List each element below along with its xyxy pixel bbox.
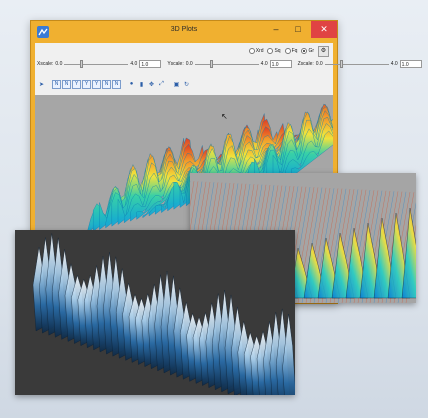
pointer-icon[interactable]: ➤ <box>37 80 46 89</box>
xscale-max: 4.0 <box>130 61 138 67</box>
yscale-slider[interactable] <box>194 60 259 68</box>
zscale-label: Zscale: <box>297 61 314 67</box>
maximize-button[interactable]: □ <box>287 21 309 38</box>
radio-xrd[interactable]: Xrd <box>248 48 264 54</box>
radio-label: Gr <box>308 48 314 54</box>
title-bar[interactable]: 3D Plots – □ ✕ <box>31 21 337 43</box>
slider-track <box>64 63 129 65</box>
blue-waterfall <box>32 233 295 395</box>
close-button[interactable]: ✕ <box>311 21 337 38</box>
zscale-min: 0.0 <box>315 61 323 67</box>
blue-ribbons <box>32 233 295 395</box>
mouse-cursor-icon: ↖ <box>221 112 228 121</box>
radio-dot <box>301 48 308 54</box>
radio-dot <box>284 48 291 54</box>
radio-label: Xrd <box>255 48 264 54</box>
view-back-icon[interactable]: N <box>62 79 71 89</box>
radio-sq[interactable]: Sq <box>267 48 281 54</box>
slider-thumb[interactable] <box>79 60 83 68</box>
zscale-slider[interactable] <box>324 60 389 68</box>
radio-gr[interactable]: Gr <box>301 48 314 54</box>
yscale-min: 0.0 <box>185 61 193 67</box>
xscale-input[interactable]: 1.0 <box>139 60 162 68</box>
radio-fq[interactable]: Fq <box>284 48 298 54</box>
xscale-label: Xscale: <box>37 61 54 67</box>
save-icon[interactable]: ▣ <box>172 80 181 89</box>
view-left-icon[interactable]: Y <box>72 79 81 89</box>
peak <box>401 207 416 299</box>
view-iso-icon[interactable]: N <box>112 79 121 89</box>
radio-dot <box>267 48 274 54</box>
slider-track <box>324 63 389 65</box>
radio-label: Fq <box>291 48 298 54</box>
yscale-max: 4.0 <box>260 61 268 67</box>
gear-icon[interactable]: ⚙ <box>318 45 329 57</box>
yscale-control: Yscale: 0.0 4.0 1.0 <box>167 60 292 68</box>
view-front-icon[interactable]: N <box>52 79 61 89</box>
view-right-icon[interactable]: Y <box>82 79 91 89</box>
minimize-button[interactable]: – <box>265 21 287 38</box>
radio-dot <box>248 48 255 54</box>
cylinder-icon[interactable]: ▮ <box>137 80 146 89</box>
slider-thumb[interactable] <box>209 60 213 68</box>
view-bottom-icon[interactable]: N <box>102 79 111 89</box>
toolbar: ➤ N N Y Y Y N N ● ▮ ✥ ⤢ ▣ ↻ <box>37 77 191 91</box>
scale-row: Xscale: 0.0 4.0 1.0 Yscale: 0.0 4.0 1.0 … <box>37 58 422 70</box>
slider-thumb[interactable] <box>339 60 343 68</box>
view-top-icon[interactable]: Y <box>92 79 101 89</box>
control-area: Xrd Sq Fq Gr ⚙ Xscale: 0.0 4.0 1.0 Yscal… <box>35 43 422 75</box>
yscale-label: Yscale: <box>167 61 184 67</box>
rotate-icon[interactable]: ↻ <box>182 80 191 89</box>
slider-track <box>194 63 259 65</box>
zscale-input[interactable]: 1.0 <box>399 60 422 68</box>
xscale-control: Xscale: 0.0 4.0 1.0 <box>37 60 162 68</box>
plot-panel-blue[interactable] <box>15 230 295 395</box>
fit-view-icon[interactable]: ⤢ <box>157 80 166 89</box>
axes-icon[interactable]: ✥ <box>147 80 156 89</box>
xscale-min: 0.0 <box>55 61 63 67</box>
zscale-max: 4.0 <box>390 61 398 67</box>
mode-radio-group: Xrd Sq Fq Gr ⚙ <box>248 45 329 57</box>
radio-label: Sq <box>274 48 281 54</box>
ribbon <box>282 313 295 395</box>
sphere-icon[interactable]: ● <box>127 80 136 89</box>
xscale-slider[interactable] <box>64 60 129 68</box>
yscale-input[interactable]: 1.0 <box>269 60 292 68</box>
zscale-control: Zscale: 0.0 4.0 1.0 <box>298 60 422 68</box>
